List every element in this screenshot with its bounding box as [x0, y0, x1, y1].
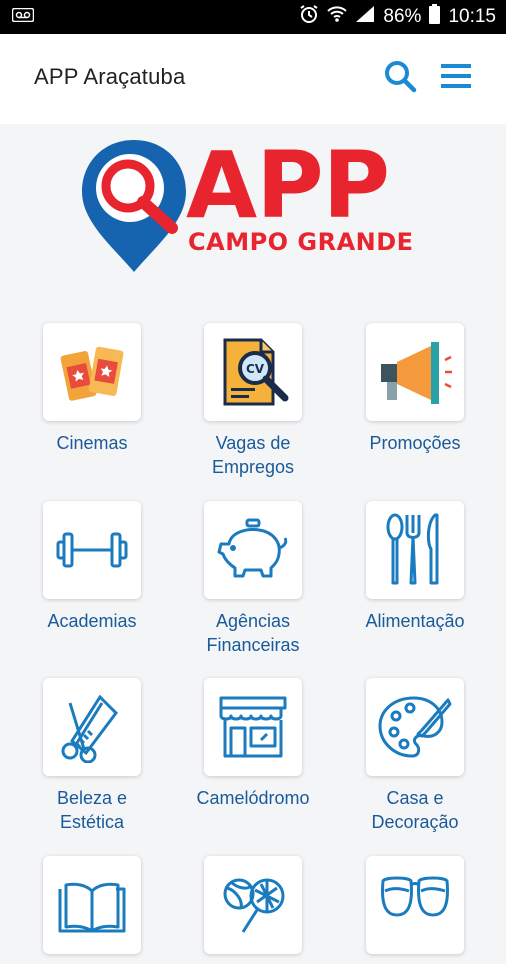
battery-icon [429, 4, 441, 30]
status-bar: 86% 10:15 [0, 0, 506, 34]
category-beleza-e-estetica[interactable]: Beleza e Estética [7, 678, 177, 834]
megaphone-icon [381, 342, 452, 404]
alarm-icon [299, 4, 319, 30]
category-label: Casa e Decoração [371, 788, 459, 832]
category-label: Camelódromo [196, 788, 310, 808]
category-cinemas[interactable]: Cinemas [7, 323, 177, 455]
category-tile [43, 856, 141, 954]
book-icon [58, 882, 126, 933]
page-title: APP Araçatuba [34, 64, 186, 89]
category-tile [366, 323, 464, 421]
location-pin-magnifier-icon [82, 140, 186, 272]
category-academias[interactable]: Academias [7, 501, 177, 633]
category-tile [366, 678, 464, 776]
cv-search-icon: CV [223, 338, 289, 406]
category-camelodromo[interactable]: Camelódromo [168, 678, 338, 810]
scissors-comb-icon [61, 694, 118, 763]
category-vagas-de-empregos[interactable]: CV Vagas de Empregos [168, 323, 338, 479]
sports-balls-icon [223, 878, 285, 933]
category-tile [204, 501, 302, 599]
category-tile [204, 856, 302, 954]
signal-icon [355, 5, 375, 29]
category-label: Cinemas [56, 433, 128, 453]
menu-button[interactable] [436, 58, 476, 98]
dumbbell-icon [56, 532, 128, 568]
svg-text:CV: CV [246, 362, 265, 376]
category-tile: CV [204, 323, 302, 421]
app-bar: APP Araçatuba [0, 34, 506, 124]
category-item-10[interactable] [7, 856, 177, 964]
category-label: Promoções [369, 433, 461, 453]
battery-percent: 86% [383, 6, 422, 27]
paint-palette-icon [378, 696, 452, 758]
logo-main-text: APP [186, 132, 390, 239]
category-casa-e-decoracao[interactable]: Casa e Decoração [330, 678, 500, 834]
menu-icon [440, 62, 472, 95]
voicemail-icon [11, 7, 35, 27]
category-tile [43, 678, 141, 776]
category-alimentacao[interactable]: Alimentação [330, 501, 500, 633]
category-promocoes[interactable]: Promoções [330, 323, 500, 455]
category-tile [366, 856, 464, 954]
glasses-icon [381, 876, 449, 917]
cutlery-icon [386, 513, 439, 585]
category-label: Beleza e Estética [56, 788, 128, 832]
category-item-11[interactable] [168, 856, 338, 964]
category-agencias-financeiras[interactable]: Agências Financeiras [168, 501, 338, 657]
clock: 10:15 [448, 6, 496, 27]
app-logo: APP CAMPO GRANDE [76, 136, 420, 276]
category-tile [204, 678, 302, 776]
category-tile [43, 501, 141, 599]
cinema-tickets-icon [60, 346, 124, 401]
piggy-bank-icon [217, 518, 288, 578]
category-tile [43, 323, 141, 421]
category-label: Vagas de Empregos [211, 433, 295, 477]
category-label: Academias [47, 611, 137, 631]
storefront-icon [219, 696, 287, 758]
category-label: Alimentação [365, 611, 465, 631]
category-item-12[interactable] [330, 856, 500, 964]
wifi-icon [327, 5, 348, 29]
category-label: Agências Financeiras [206, 611, 300, 655]
search-button[interactable] [380, 58, 420, 98]
logo-sub-text: CAMPO GRANDE [188, 228, 414, 256]
category-tile [366, 501, 464, 599]
search-icon [383, 59, 417, 98]
